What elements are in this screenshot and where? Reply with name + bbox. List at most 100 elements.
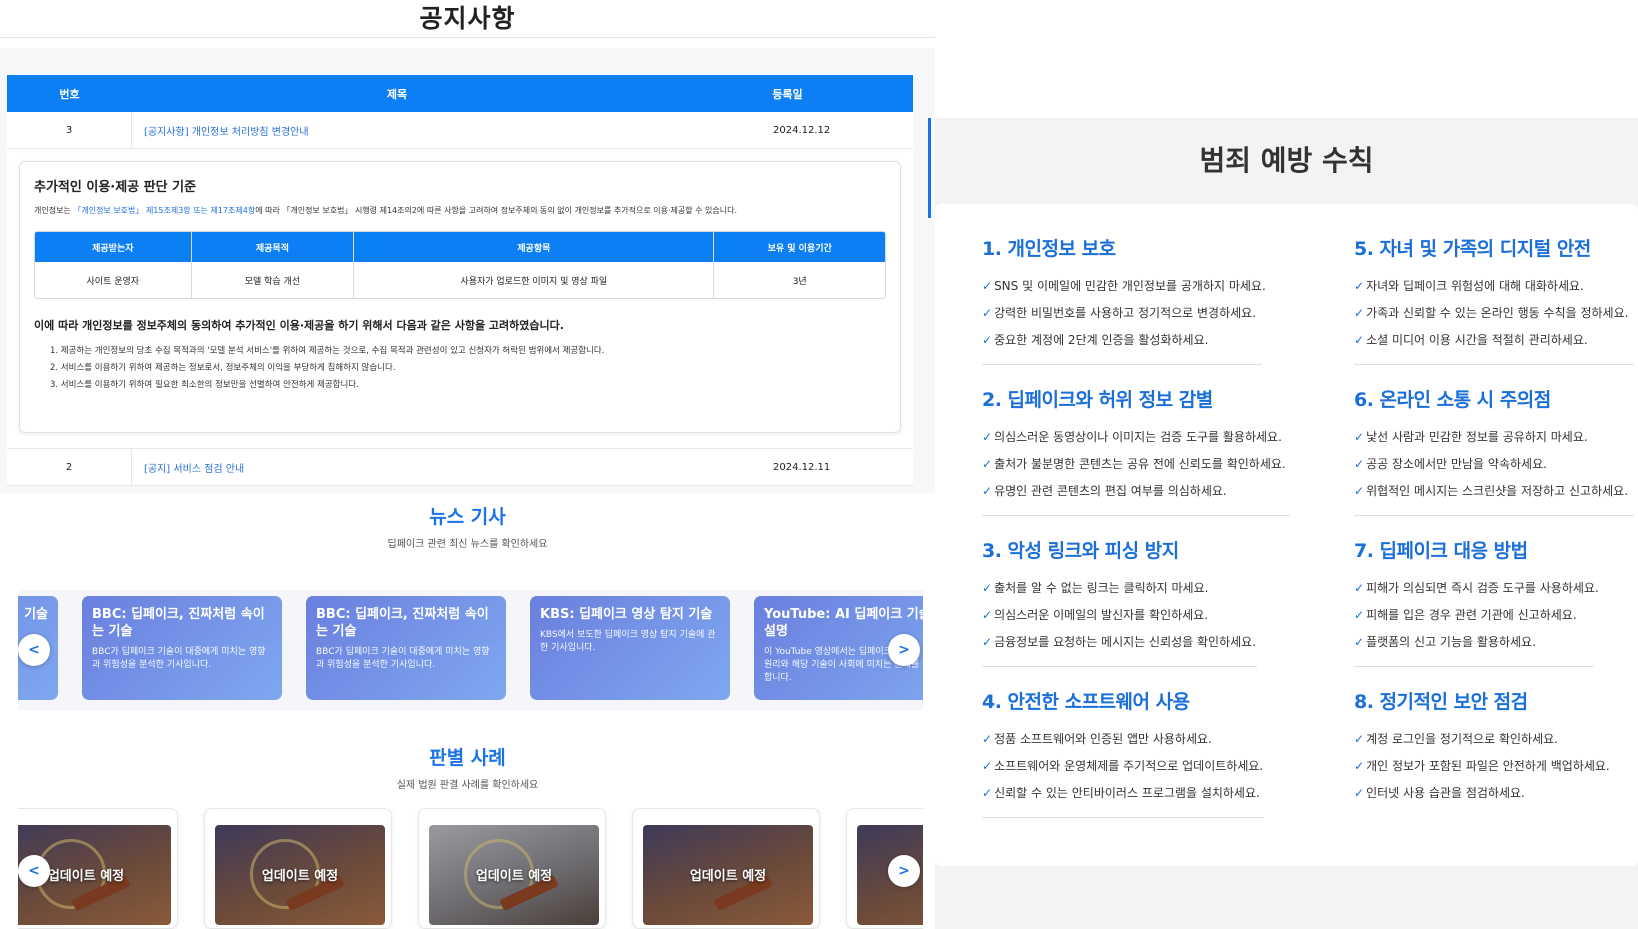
check-icon: ✓ — [982, 759, 993, 773]
cases-title: 판별 사례 — [429, 747, 506, 769]
check-icon: ✓ — [1354, 786, 1365, 800]
prevention-body: 1. 개인정보 보호 ✓ SNS 및 이메일에 민감한 개인정보를 공개하지 마세… — [935, 204, 1638, 866]
news-prev-button[interactable]: < — [18, 634, 50, 666]
check-icon: ✓ — [1354, 759, 1365, 773]
table-row[interactable]: 2 [공지] 서비스 점검 안내 2024.12.11 — [7, 449, 913, 486]
rule-item: ✓ 계정 로그인을 정기적으로 확인하세요. — [1354, 732, 1558, 746]
list-item: 3. 서비스를 이용하기 위하여 필요한 최소한의 정보만을 선별하여 안전하게… — [50, 380, 359, 390]
provision-header-recipient: 제공받는자 — [35, 232, 192, 262]
page-root: 공지사항 번호 제목 등록일 3 [공지사항] 개인정보 처리방침 변경안내 2… — [0, 0, 1638, 929]
row-date: 2024.12.12 — [773, 124, 831, 136]
check-icon: ✓ — [982, 608, 993, 622]
provision-table-row: 사이트 운영자 모델 학습 개선 사용자가 업로드한 이미지 및 영상 파일 3… — [35, 262, 885, 298]
check-icon: ✓ — [1354, 279, 1365, 293]
divider — [1354, 364, 1634, 365]
row-title-link[interactable]: [공지사항] 개인정보 처리방침 변경안내 — [132, 123, 587, 138]
case-image: 업데이트 예정 — [643, 825, 813, 925]
rule-item: ✓ 낯선 사람과 민감한 정보를 공유하지 마세요. — [1354, 430, 1588, 444]
case-card[interactable]: 업데이트 예정 — [632, 808, 820, 929]
row-num: 3 — [7, 112, 132, 148]
news-card-title: KBS: 딥페이크 영상 탐지 기술 — [540, 607, 713, 622]
news-card-desc: KBS에서 보도한 딥페이크 영상 탐지 기술에 관한 기사입니다. — [540, 630, 716, 653]
notice-detail-panel: 추가적인 이용·제공 판단 기준 개인정보는 「개인정보 보호법」 제15조제3… — [7, 149, 913, 449]
check-icon: ✓ — [1354, 333, 1365, 347]
check-icon: ✓ — [982, 430, 993, 444]
rule-heading: 5. 자녀 및 가족의 디지털 안전 — [1354, 238, 1591, 260]
check-icon: ✓ — [1354, 457, 1365, 471]
detail-intro: 개인정보는 「개인정보 보호법」 제15조제3항 또는 제17조제4항에 따라 … — [34, 205, 886, 217]
check-icon: ✓ — [982, 786, 993, 800]
check-icon: ✓ — [1354, 430, 1365, 444]
check-icon: ✓ — [982, 732, 993, 746]
cases-next-button[interactable]: > — [888, 855, 920, 887]
news-card-title: BBC: 딥페이크, 진짜처럼 속이는 기술 — [316, 607, 489, 639]
rule-block-7: 7. 딥페이크 대응 방법 ✓ 피해가 의심되면 즉시 검증 도구를 사용하세요.… — [1354, 536, 1638, 667]
rule-item: ✓ SNS 및 이메일에 민감한 개인정보를 공개하지 마세요. — [982, 279, 1266, 293]
check-icon: ✓ — [982, 635, 993, 649]
rule-item: ✓ 피해가 의심되면 즉시 검증 도구를 사용하세요. — [1354, 581, 1599, 595]
check-icon: ✓ — [1354, 635, 1365, 649]
news-card-title: BBC: 딥페이크, 진짜처럼 속이는 기술 — [92, 607, 265, 639]
case-label: 업데이트 예정 — [261, 869, 339, 884]
divider — [982, 364, 1262, 365]
rule-item: ✓ 출처를 알 수 없는 링크는 클릭하지 마세요. — [982, 581, 1209, 595]
divider — [982, 666, 1257, 667]
check-icon: ✓ — [982, 279, 993, 293]
news-card-title: 기술 — [24, 607, 48, 622]
cases-prev-button[interactable]: < — [18, 855, 50, 887]
rule-item: ✓ 중요한 계정에 2단계 인증을 활성화하세요. — [982, 333, 1209, 347]
notice-board: 번호 제목 등록일 3 [공지사항] 개인정보 처리방침 변경안내 2024.1… — [0, 48, 935, 493]
rule-item: ✓ 의심스러운 이메일의 발신자를 확인하세요. — [982, 608, 1209, 622]
news-next-button[interactable]: > — [888, 634, 920, 666]
row-date: 2024.12.11 — [773, 461, 831, 473]
rule-block-5: 5. 자녀 및 가족의 디지털 안전 ✓ 자녀와 딥페이크 위험성에 대해 대화하… — [1354, 234, 1638, 365]
rule-heading: 8. 정기적인 보안 점검 — [1354, 691, 1528, 713]
provision-table-header: 제공받는자 제공목적 제공항목 보유 및 이용기간 — [35, 232, 885, 262]
news-card[interactable]: BBC: 딥페이크, 진짜처럼 속이는 기술 BBC가 딥페이크 기술이 대중에… — [306, 596, 506, 700]
rule-block-8: 8. 정기적인 보안 점검 ✓ 계정 로그인을 정기적으로 확인하세요. ✓ 개인 … — [1354, 687, 1638, 807]
rule-heading: 2. 딥페이크와 허위 정보 감별 — [982, 389, 1213, 411]
rule-item: ✓ 신뢰할 수 있는 안티바이러스 프로그램을 설치하세요. — [982, 786, 1260, 800]
rule-item: ✓ 피해를 입은 경우 관련 기관에 신고하세요. — [1354, 608, 1577, 622]
rule-block-4: 4. 안전한 소프트웨어 사용 ✓ 정품 소프트웨어와 인증된 앱만 사용하세요.… — [982, 687, 1282, 818]
rule-item: ✓ 자녀와 딥페이크 위험성에 대해 대화하세요. — [1354, 279, 1584, 293]
rule-item: ✓ 공공 장소에서만 만남을 약속하세요. — [1354, 457, 1547, 471]
provision-header-period: 보유 및 이용기간 — [767, 243, 832, 254]
provision-purpose: 모델 학습 개선 — [192, 262, 355, 298]
check-icon: ✓ — [982, 484, 993, 498]
detail-heading: 추가적인 이용·제공 판단 기준 — [34, 180, 197, 195]
news-card[interactable]: KBS: 딥페이크 영상 탐지 기술 KBS에서 보도한 딥페이크 영상 탐지 … — [530, 596, 730, 700]
intro-suffix: 에 따라 「개인정보 보호법」 시행령 제14조의2에 따른 사항을 고려하여 … — [255, 206, 738, 215]
rule-item: ✓ 소프트웨어와 운영체제를 주기적으로 업데이트하세요. — [982, 759, 1264, 773]
notice-detail-card: 추가적인 이용·제공 판단 기준 개인정보는 「개인정보 보호법」 제15조제3… — [19, 161, 901, 433]
rule-item: ✓ 인터넷 사용 습관을 점검하세요. — [1354, 786, 1525, 800]
case-card[interactable]: 업데이트 예정 — [418, 808, 606, 929]
panel-accent-bar — [928, 118, 931, 218]
news-card-desc: BBC가 딥페이크 기술이 대중에게 미치는 영향과 위험성을 분석한 기사입니… — [92, 647, 266, 670]
news-carousel: 기술 BBC: 딥페이크, 진짜처럼 속이는 기술 BBC가 딥페이크 기술이 … — [18, 590, 923, 710]
check-icon: ✓ — [982, 581, 993, 595]
case-card[interactable]: 업데이트 예정 — [204, 808, 392, 929]
case-label: 업데이트 예정 — [689, 869, 767, 884]
header-title: 제목 — [386, 87, 408, 101]
row-num: 2 — [7, 449, 132, 485]
prevention-panel: 범죄 예방 수칙 1. 개인정보 보호 ✓ SNS 및 이메일에 민감한 개인정보… — [935, 118, 1638, 929]
intro-prefix: 개인정보는 — [34, 206, 74, 215]
check-icon: ✓ — [1354, 484, 1365, 498]
table-row[interactable]: 3 [공지사항] 개인정보 처리방침 변경안내 2024.12.12 — [7, 112, 913, 149]
rule-item: ✓ 금융정보를 요청하는 메시지는 신뢰성을 확인하세요. — [982, 635, 1257, 649]
list-item: 1. 제공하는 개인정보의 당초 수집 목적과의 '모델 분석 서비스'를 위하… — [50, 346, 605, 356]
divider — [1354, 666, 1594, 667]
check-icon: ✓ — [1354, 581, 1365, 595]
rule-item: ✓ 개인 정보가 포함된 파일은 안전하게 백업하세요. — [1354, 759, 1610, 773]
rule-item: ✓ 위협적인 메시지는 스크린샷을 저장하고 신고하세요. — [1354, 484, 1629, 498]
header-date: 등록일 — [772, 87, 803, 101]
row-title-link[interactable]: [공지] 서비스 점검 안내 — [132, 460, 587, 475]
rule-item: ✓ 플랫폼의 신고 기능을 활용하세요. — [1354, 635, 1536, 649]
detail-bold-line: 이에 따라 개인정보를 정보주체의 동의하여 추가적인 이용·제공을 하기 위해… — [34, 319, 564, 332]
rule-item: ✓ 가족과 신뢰할 수 있는 온라인 행동 수칙을 정하세요. — [1354, 306, 1629, 320]
divider — [982, 515, 1290, 516]
news-card[interactable]: BBC: 딥페이크, 진짜처럼 속이는 기술 BBC가 딥페이크 기술이 대중에… — [82, 596, 282, 700]
header-num: 번호 — [59, 87, 80, 101]
provision-table: 제공받는자 제공목적 제공항목 보유 및 이용기간 사이트 운영자 모델 학습 … — [34, 231, 886, 299]
